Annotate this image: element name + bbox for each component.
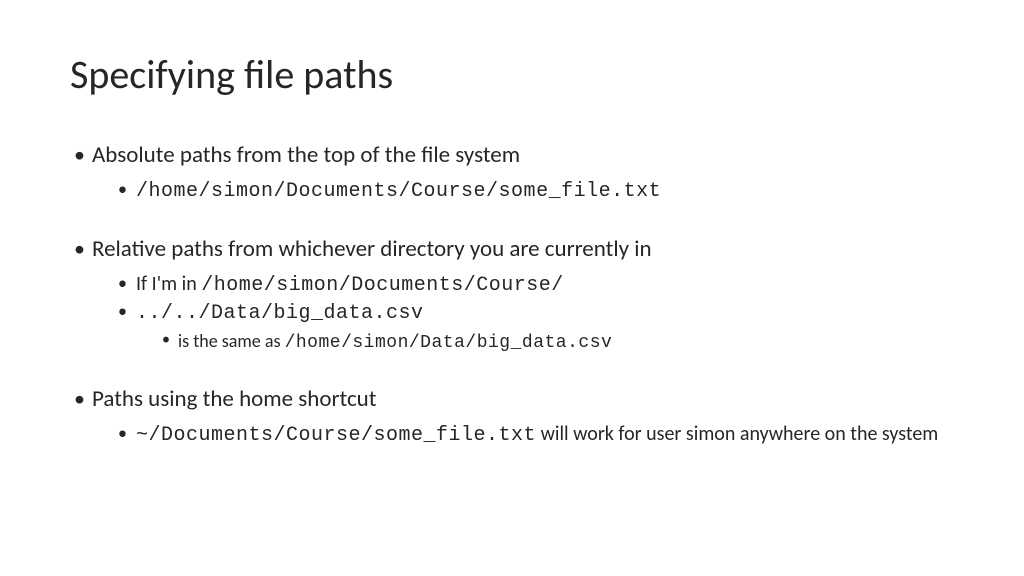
bullet-text: Relative paths from whichever directory … — [92, 235, 652, 263]
bullet-text: Absolute paths from the top of the file … — [92, 141, 520, 169]
bullet-absolute-paths: Absolute paths from the top of the file … — [70, 141, 954, 205]
text-prefix: is the same as — [178, 330, 285, 352]
content-list: Absolute paths from the top of the file … — [70, 141, 954, 449]
sub-bullet: ../../Data/big_data.csv is the same as /… — [116, 299, 954, 355]
code-path: /home/simon/Data/big_data.csv — [285, 333, 613, 353]
sub-bullet: If I'm in /home/simon/Documents/Course/ — [116, 271, 954, 299]
code-path: /home/simon/Documents/Course/ — [201, 274, 564, 297]
code-path: ../../Data/big_data.csv — [136, 302, 424, 325]
text-prefix: If I'm in — [136, 272, 201, 296]
sub-sub-bullet: is the same as /home/simon/Data/big_data… — [160, 329, 954, 355]
slide-title: Specifying file paths — [70, 50, 954, 99]
bullet-relative-paths: Relative paths from whichever directory … — [70, 235, 954, 355]
text-suffix: will work for user simon anywhere on the… — [536, 422, 938, 446]
code-path: /home/simon/Documents/Course/some_file.t… — [136, 180, 661, 203]
bullet-home-shortcut: Paths using the home shortcut ~/Document… — [70, 385, 954, 449]
sub-bullet: ~/Documents/Course/some_file.txt will wo… — [116, 421, 954, 449]
sub-bullet: /home/simon/Documents/Course/some_file.t… — [116, 177, 954, 205]
code-path: ~/Documents/Course/some_file.txt — [136, 424, 536, 447]
bullet-text: Paths using the home shortcut — [92, 385, 376, 413]
